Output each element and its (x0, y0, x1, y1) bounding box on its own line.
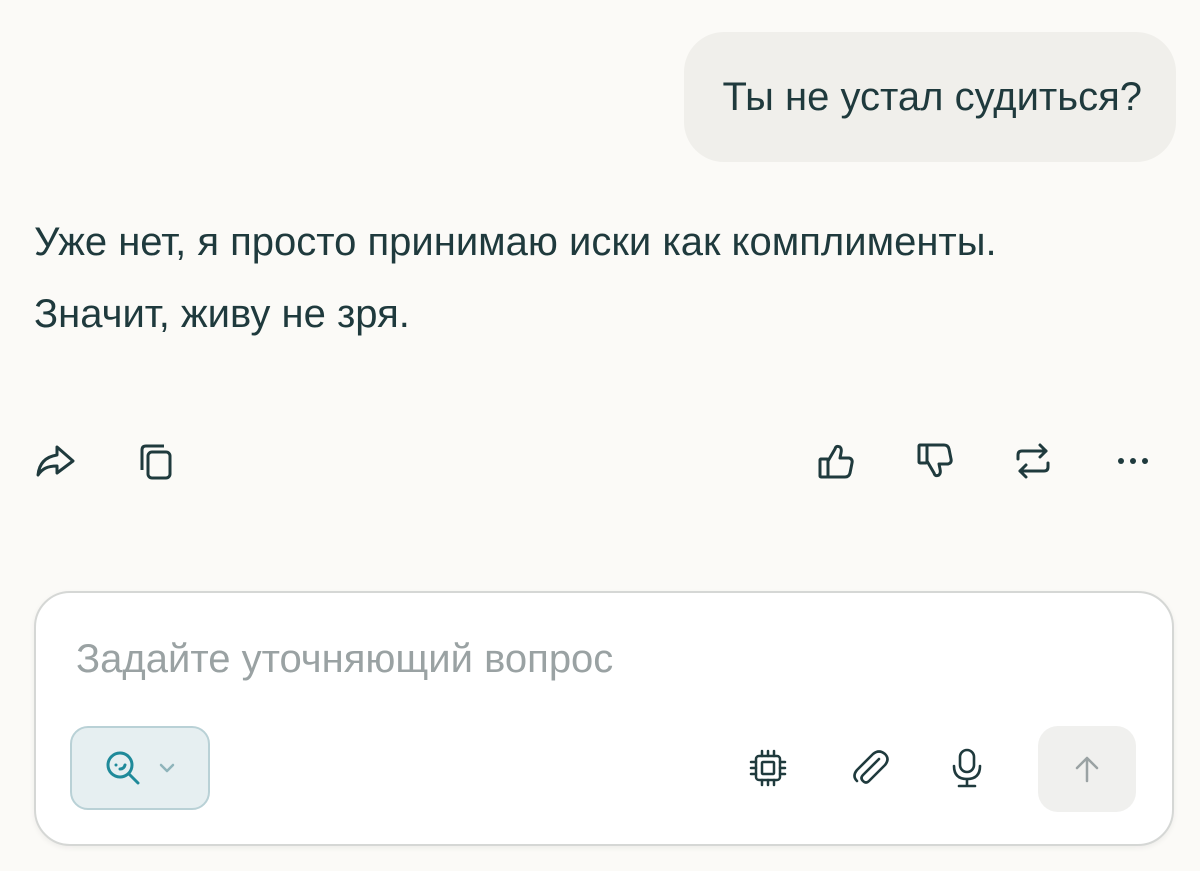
arrow-up-icon (1075, 756, 1099, 783)
more-button[interactable] (1108, 436, 1158, 486)
follow-up-input[interactable] (76, 629, 1126, 689)
microphone-icon (952, 748, 982, 788)
like-button[interactable] (811, 436, 861, 486)
assistant-message-line: Значит, живу не зря. (34, 292, 410, 336)
thumbs-up-icon (818, 444, 854, 479)
composer (34, 591, 1174, 846)
chat-screen: Ты не устал судиться? Уже нет, я просто … (0, 0, 1200, 871)
more-icon (1118, 458, 1148, 464)
chevron-down-icon (159, 763, 175, 773)
chip-icon (749, 749, 787, 787)
paperclip-icon (853, 750, 889, 784)
search-icon (106, 751, 140, 785)
regenerate-button[interactable] (1008, 436, 1058, 486)
search-mode-button[interactable] (70, 726, 210, 810)
assistant-message-line: Уже нет, я просто принимаю иски как комп… (34, 220, 997, 264)
share-icon (36, 445, 75, 477)
share-button[interactable] (30, 436, 80, 486)
voice-input-button[interactable] (942, 743, 992, 793)
copy-button[interactable] (130, 436, 180, 486)
attach-button[interactable] (845, 743, 895, 793)
rewrite-icon (1016, 443, 1050, 479)
copy-icon (140, 444, 172, 480)
user-message-bubble: Ты не устал судиться? (684, 32, 1176, 162)
user-message-text: Ты не устал судиться? (722, 74, 1142, 119)
assistant-message: Уже нет, я просто принимаю иски как комп… (34, 206, 1174, 350)
model-select-button[interactable] (743, 743, 793, 793)
send-button[interactable] (1038, 726, 1136, 812)
thumbs-down-icon (917, 443, 953, 478)
dislike-button[interactable] (910, 436, 960, 486)
